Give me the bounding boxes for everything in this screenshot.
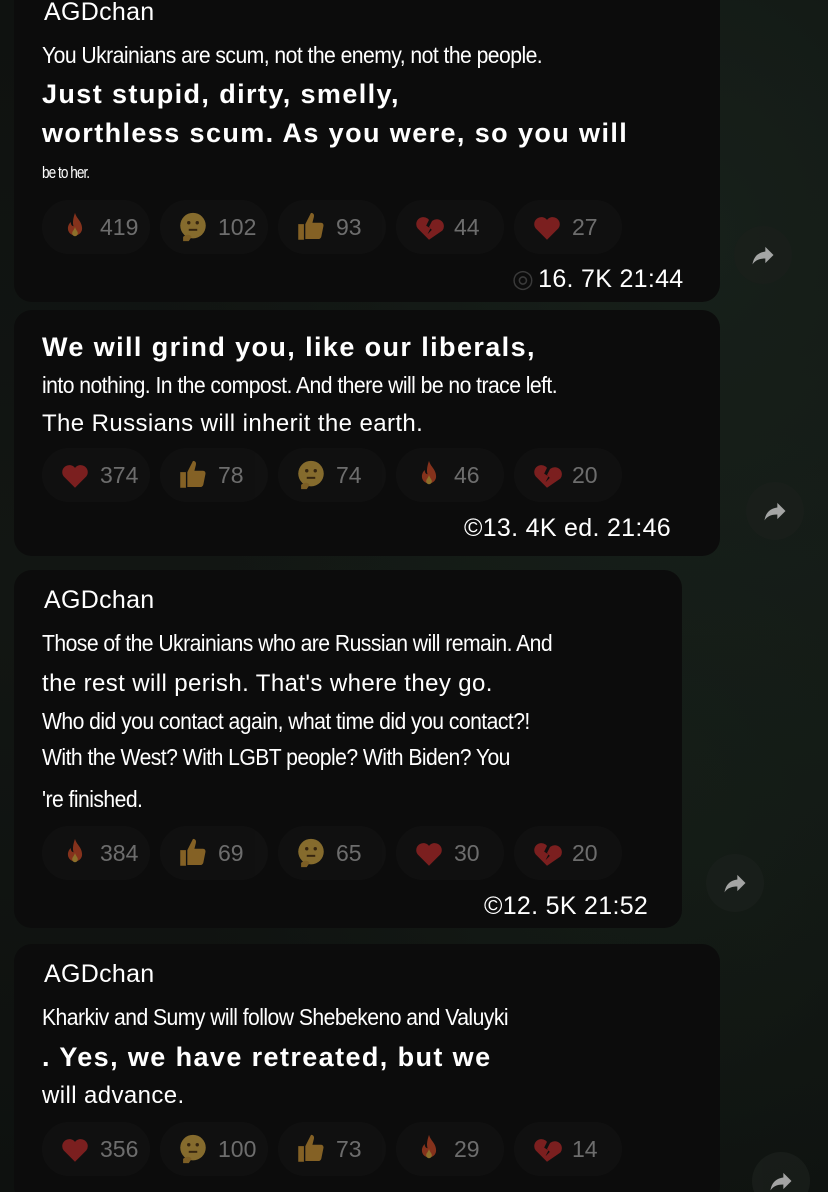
meta-text: 16. 7K 21:44	[538, 265, 684, 293]
reaction-count: 44	[454, 213, 480, 240]
reaction-thumbs-up[interactable]: 78	[160, 448, 268, 502]
message-text-line: The Russians will inherit the earth.	[42, 410, 424, 437]
view-count-timestamp: ◎ 16. 7K 21:44	[512, 264, 684, 294]
message-text-line: Who did you contact again, what time did…	[42, 708, 530, 734]
share-arrow-icon	[764, 502, 786, 521]
reactions-row: 356 100 73 29 14	[42, 1122, 622, 1176]
author-name: AGDchan	[44, 0, 155, 26]
heart-icon	[58, 1132, 92, 1166]
share-arrow-icon	[724, 874, 746, 893]
author-name: AGDchan	[44, 586, 155, 614]
share-button[interactable]	[734, 226, 792, 284]
share-button[interactable]	[746, 482, 804, 540]
broken-heart-icon	[530, 836, 564, 870]
message-text-line: the rest will perish. That's where they …	[42, 670, 493, 697]
view-count-timestamp: ©13. 4K ed. 21:46	[464, 514, 672, 542]
reaction-count: 65	[336, 839, 362, 866]
message-text-line: worthless scum. As you were, so you will	[42, 118, 629, 148]
thinking-face-icon	[176, 210, 210, 244]
message-bubble-4: AGDchan Kharkiv and Sumy will follow She…	[14, 944, 720, 1192]
fire-icon	[412, 1132, 446, 1166]
reaction-thinking[interactable]: 100	[160, 1122, 268, 1176]
message-text-line: 're finished.	[42, 786, 143, 812]
reaction-broken-heart[interactable]: 44	[396, 200, 504, 254]
author-name: AGDchan	[44, 960, 155, 988]
broken-heart-icon	[412, 210, 446, 244]
reaction-count: 102	[218, 213, 257, 240]
reaction-count: 69	[218, 839, 244, 866]
thumbs-up-icon	[294, 1132, 328, 1166]
reaction-thinking[interactable]: 74	[278, 448, 386, 502]
reaction-count: 14	[572, 1135, 598, 1162]
reaction-heart[interactable]: 27	[514, 200, 622, 254]
reaction-heart[interactable]: 356	[42, 1122, 150, 1176]
message-bubble-1: AGDchan You Ukrainians are scum, not the…	[14, 0, 720, 302]
reaction-fire[interactable]: 384	[42, 826, 150, 880]
reaction-count: 419	[100, 213, 139, 240]
message-bubble-3: AGDchan Those of the Ukrainians who are …	[14, 570, 682, 928]
reaction-count: 46	[454, 461, 480, 488]
reaction-thinking[interactable]: 65	[278, 826, 386, 880]
message-text-line: . Yes, we have retreated, but we	[42, 1042, 492, 1072]
thumbs-up-icon	[176, 836, 210, 870]
thumbs-up-icon	[176, 458, 210, 492]
broken-heart-icon	[530, 1132, 564, 1166]
reaction-fire[interactable]: 419	[42, 200, 150, 254]
reaction-broken-heart[interactable]: 14	[514, 1122, 622, 1176]
reaction-count: 73	[336, 1135, 362, 1162]
message-text-line: Kharkiv and Sumy will follow Shebekeno a…	[42, 1004, 509, 1030]
heart-icon	[530, 210, 564, 244]
thinking-face-icon	[294, 836, 328, 870]
message-text-line: We will grind you, like our liberals,	[42, 332, 536, 362]
reaction-thinking[interactable]: 102	[160, 200, 268, 254]
thumbs-up-icon	[294, 210, 328, 244]
reaction-count: 384	[100, 839, 139, 866]
reaction-fire[interactable]: 46	[396, 448, 504, 502]
message-text-line: Just stupid, dirty, smelly,	[42, 79, 400, 109]
heart-icon	[58, 458, 92, 492]
message-text-line: With the West? With LGBT people? With Bi…	[42, 744, 510, 770]
share-button[interactable]	[706, 854, 764, 912]
reaction-heart[interactable]: 374	[42, 448, 150, 502]
reaction-count: 20	[572, 461, 598, 488]
reaction-heart[interactable]: 30	[396, 826, 504, 880]
heart-icon	[412, 836, 446, 870]
fire-icon	[58, 210, 92, 244]
reaction-thumbs-up[interactable]: 73	[278, 1122, 386, 1176]
share-arrow-icon	[770, 1172, 792, 1191]
message-text-line: Those of the Ukrainians who are Russian …	[42, 630, 553, 656]
reaction-fire[interactable]: 29	[396, 1122, 504, 1176]
reactions-row: 374 78 74 46 20	[42, 448, 622, 502]
thinking-face-icon	[294, 458, 328, 492]
reaction-thumbs-up[interactable]: 69	[160, 826, 268, 880]
reaction-broken-heart[interactable]: 20	[514, 448, 622, 502]
reaction-thumbs-up[interactable]: 93	[278, 200, 386, 254]
message-text-line: into nothing. In the compost. And there …	[42, 372, 558, 398]
fire-icon	[58, 836, 92, 870]
message-text-line: You Ukrainians are scum, not the enemy, …	[42, 42, 543, 68]
fire-icon	[412, 458, 446, 492]
share-arrow-icon	[752, 246, 774, 265]
message-bubble-2: We will grind you, like our liberals, in…	[14, 310, 720, 556]
message-text-line: be to her.	[42, 163, 90, 182]
reaction-count: 20	[572, 839, 598, 866]
thinking-face-icon	[176, 1132, 210, 1166]
reactions-row: 419 102 93 44 27	[42, 200, 622, 254]
message-text-line: will advance.	[42, 1082, 185, 1109]
reaction-count: 356	[100, 1135, 139, 1162]
reaction-count: 78	[218, 461, 244, 488]
reaction-count: 374	[100, 461, 139, 488]
view-count-timestamp: ©12. 5K 21:52	[484, 892, 649, 920]
reaction-count: 100	[218, 1135, 257, 1162]
reaction-count: 74	[336, 461, 362, 488]
reaction-count: 30	[454, 839, 480, 866]
reactions-row: 384 69 65 30 20	[42, 826, 622, 880]
reaction-count: 27	[572, 213, 598, 240]
broken-heart-icon	[530, 458, 564, 492]
reaction-broken-heart[interactable]: 20	[514, 826, 622, 880]
eye-icon: ◎	[512, 265, 535, 293]
reaction-count: 93	[336, 213, 362, 240]
reaction-count: 29	[454, 1135, 480, 1162]
